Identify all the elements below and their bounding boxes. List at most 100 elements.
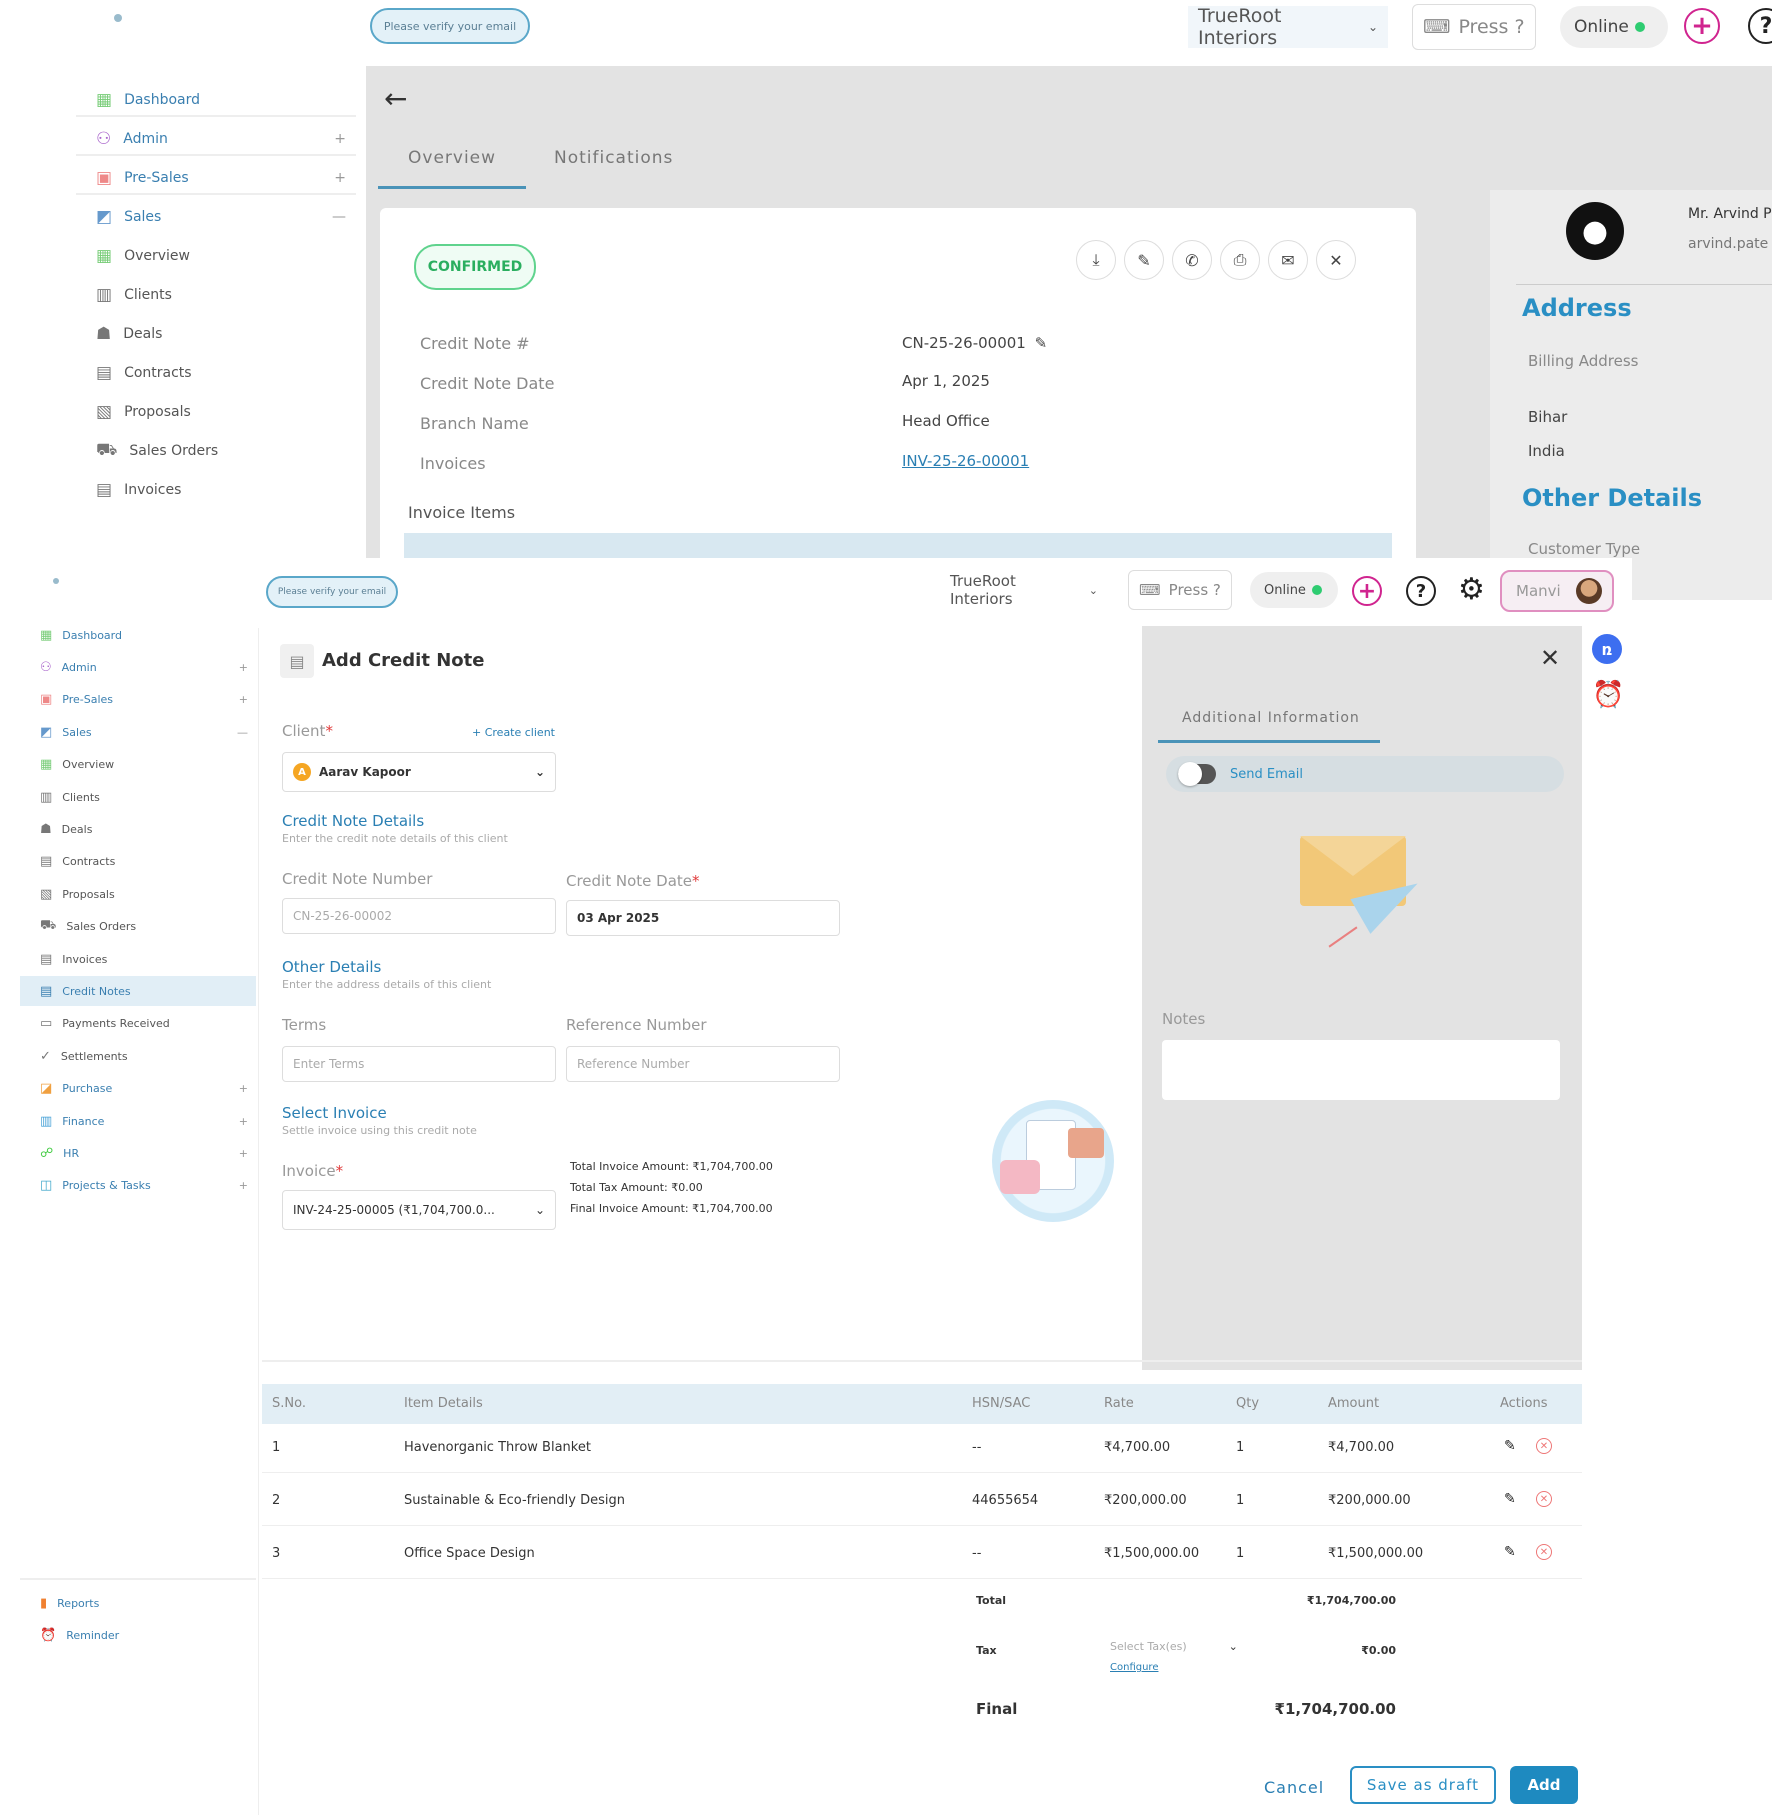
- keyboard-shortcut-hint[interactable]: ⌨ Press ?: [1412, 4, 1536, 50]
- edit-icon[interactable]: ✎: [1504, 1491, 1516, 1507]
- expand-icon[interactable]: +: [239, 693, 248, 706]
- col-actions: Actions: [1500, 1396, 1548, 1411]
- collapse-icon[interactable]: —: [237, 726, 248, 739]
- remove-icon[interactable]: ✕: [1536, 1491, 1552, 1507]
- sidebar-item-proposals[interactable]: ▧ Proposals: [96, 392, 346, 432]
- sidebar-item-contracts[interactable]: ▤ Contracts: [40, 847, 252, 877]
- sidebar-item-projects-and-tasks[interactable]: ◫ Projects & Tasks +: [40, 1171, 252, 1201]
- quick-add-icon[interactable]: +: [1684, 8, 1720, 44]
- sidebar-item-credit-notes[interactable]: ▤ Credit Notes: [20, 976, 256, 1007]
- sidebar-item-deals[interactable]: ☗ Deals: [96, 314, 346, 354]
- edit-icon[interactable]: ✎: [1035, 334, 1048, 352]
- active-tab-indicator: [1158, 740, 1380, 743]
- keyboard-shortcut-hint[interactable]: ⌨ Press ?: [1128, 570, 1232, 610]
- sidebar-item-dashboard[interactable]: ▦ Dashboard: [40, 620, 252, 650]
- sidebar-item-sales[interactable]: ◩ Sales —: [40, 717, 252, 747]
- back-arrow-icon[interactable]: ←: [384, 82, 407, 115]
- sidebar-item-finance[interactable]: ▥ Finance +: [40, 1106, 252, 1136]
- notes-textarea[interactable]: [1162, 1040, 1560, 1100]
- sidebar-item-contracts[interactable]: ▤ Contracts: [96, 353, 346, 393]
- remove-icon[interactable]: ✕: [1536, 1544, 1552, 1560]
- expand-icon[interactable]: +: [239, 1147, 248, 1160]
- invoice-link[interactable]: INV-25-26-00001: [902, 452, 1029, 470]
- reference-number-input[interactable]: Reference Number: [566, 1046, 840, 1082]
- configure-tax-link[interactable]: Configure: [1110, 1662, 1158, 1673]
- quick-add-icon[interactable]: +: [1352, 576, 1382, 606]
- sidebar-item-proposals[interactable]: ▧ Proposals: [40, 879, 252, 909]
- company-selector[interactable]: TrueRoot Interiors ⌄: [940, 570, 1108, 610]
- sidebar-item-sales[interactable]: ◩ Sales —: [96, 197, 346, 237]
- credit-note-date-input[interactable]: 03 Apr 2025: [566, 900, 840, 936]
- tab-additional-information[interactable]: Additional Information: [1182, 710, 1360, 726]
- client-name: Mr. Arvind P: [1688, 206, 1772, 222]
- credit-note-number-input[interactable]: CN-25-26-00002: [282, 898, 556, 934]
- edit-icon[interactable]: ✎: [1504, 1544, 1516, 1560]
- add-button[interactable]: Add: [1510, 1766, 1578, 1804]
- sidebar-item-pre-sales[interactable]: ▣ Pre-Sales +: [40, 685, 252, 715]
- expand-icon[interactable]: +: [334, 170, 346, 186]
- close-icon[interactable]: ✕: [1540, 644, 1560, 672]
- edit-icon[interactable]: ✎: [1124, 240, 1164, 280]
- sidebar-item-admin[interactable]: ⚇ Admin +: [40, 652, 252, 682]
- sidebar-item-invoices[interactable]: ▤ Invoices: [96, 470, 346, 510]
- collapse-icon[interactable]: —: [332, 209, 346, 225]
- sidebar-item-payments-received[interactable]: ▭ Payments Received: [40, 1009, 252, 1039]
- tab-overview[interactable]: Overview: [408, 148, 496, 168]
- client-select[interactable]: A Aarav Kapoor ⌄: [282, 752, 556, 792]
- sidebar-item-label: Invoices: [62, 952, 108, 966]
- invoice-select[interactable]: INV-24-25-00005 (₹1,704,700.0... ⌄: [282, 1190, 556, 1230]
- press-hint-text: Press ?: [1168, 581, 1221, 599]
- help-icon[interactable]: ?: [1406, 576, 1436, 606]
- sidebar-item-clients[interactable]: ▥ Clients: [96, 275, 346, 315]
- save-draft-button[interactable]: Save as draft: [1350, 1766, 1496, 1804]
- sidebar-item-reminder[interactable]: ⏰ Reminder: [40, 1620, 252, 1650]
- edit-icon[interactable]: ✎: [1504, 1438, 1516, 1454]
- send-email-toggle[interactable]: [1178, 762, 1216, 786]
- verify-email-pill[interactable]: Please verify your email: [370, 8, 530, 44]
- sidebar-item-sales-orders[interactable]: ⛟ Sales Orders: [40, 912, 252, 942]
- close-icon[interactable]: ✕: [1316, 240, 1356, 280]
- remove-icon[interactable]: ✕: [1536, 1438, 1552, 1454]
- verify-email-pill[interactable]: Please verify your email: [266, 576, 398, 608]
- chevron-down-icon: ⌄: [1367, 20, 1378, 34]
- tab-notifications[interactable]: Notifications: [554, 148, 673, 168]
- tax-select[interactable]: Select Tax(es) ⌄: [1110, 1640, 1238, 1653]
- expand-icon[interactable]: +: [239, 1115, 248, 1128]
- terms-input[interactable]: Enter Terms: [282, 1046, 556, 1082]
- sidebar-item-pre-sales[interactable]: ▣ Pre-Sales +: [96, 158, 346, 198]
- sidebar-item-purchase[interactable]: ◪ Purchase +: [40, 1074, 252, 1104]
- sidebar-item-deals[interactable]: ☗ Deals: [40, 814, 252, 844]
- sidebar-item-dashboard[interactable]: ▦ Dashboard: [96, 80, 346, 120]
- sidebar-item-invoices[interactable]: ▤ Invoices: [40, 944, 252, 974]
- expand-icon[interactable]: +: [239, 1082, 248, 1095]
- email-icon[interactable]: ✉: [1268, 240, 1308, 280]
- print-icon[interactable]: ⎙: [1220, 240, 1260, 280]
- expand-icon[interactable]: +: [334, 131, 346, 147]
- online-status[interactable]: Online: [1250, 572, 1338, 608]
- sidebar-item-hr[interactable]: ☍ HR +: [40, 1138, 252, 1168]
- help-icon[interactable]: ?: [1748, 8, 1772, 44]
- sidebar-item-settlements[interactable]: ✓ Settlements: [40, 1041, 252, 1071]
- online-status[interactable]: Online: [1560, 6, 1668, 48]
- document-icon: ▤: [280, 644, 314, 678]
- sidebar-item-reports[interactable]: ▮ Reports: [40, 1588, 252, 1618]
- cell-item: Office Space Design: [404, 1546, 535, 1561]
- expand-icon[interactable]: +: [239, 1179, 248, 1192]
- tax-label: Tax: [976, 1644, 997, 1657]
- create-client-link[interactable]: + Create client: [472, 726, 555, 739]
- sidebar-item-admin[interactable]: ⚇ Admin +: [96, 119, 346, 159]
- alarm-icon[interactable]: ⏰: [1592, 680, 1624, 710]
- gear-icon[interactable]: ⚙: [1458, 572, 1485, 607]
- sidebar-item-overview[interactable]: ▦ Overview: [96, 236, 346, 276]
- expand-icon[interactable]: +: [239, 661, 248, 674]
- user-menu[interactable]: Manvi: [1500, 570, 1614, 612]
- user-avatar-icon: ●: [1566, 202, 1624, 260]
- sidebar-item-sales-orders[interactable]: ⛟ Sales Orders: [96, 431, 346, 471]
- company-selector[interactable]: TrueRoot Interiors ⌄: [1188, 5, 1388, 49]
- sidebar-item-overview[interactable]: ▦ Overview: [40, 750, 252, 780]
- download-icon[interactable]: ⤓: [1076, 240, 1116, 280]
- whatsapp-icon[interactable]: ✆: [1172, 240, 1212, 280]
- assistant-icon[interactable]: ռ: [1592, 634, 1622, 664]
- sidebar-item-clients[interactable]: ▥ Clients: [40, 782, 252, 812]
- cancel-button[interactable]: Cancel: [1264, 1778, 1324, 1797]
